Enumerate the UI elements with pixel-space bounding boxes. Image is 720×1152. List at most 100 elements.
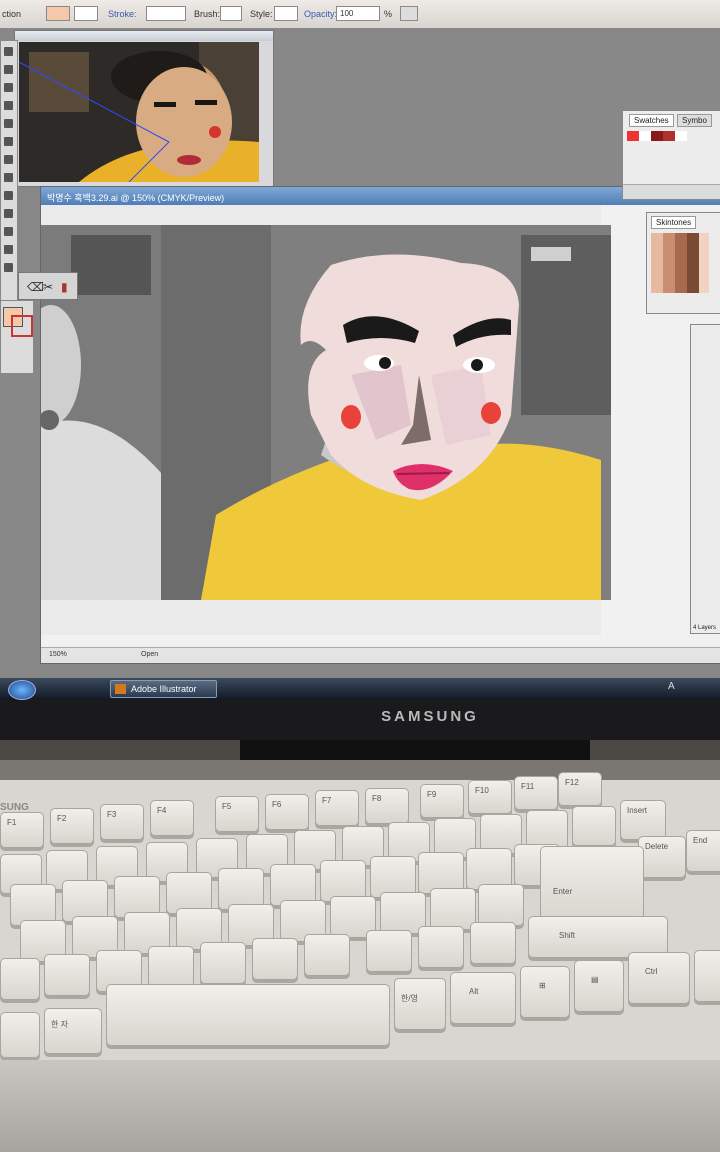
stroke-color-swatch[interactable] [74,6,98,21]
language-indicator[interactable]: A [668,681,675,692]
skintones-panel: Skintones [646,212,720,314]
key-alt-right[interactable]: Alt [450,972,516,1024]
monitor-brand-logo: SAMSUNG [381,708,479,725]
key-f10[interactable]: F10 [468,780,512,814]
swatches-footer [623,184,720,199]
key-f7[interactable]: F7 [315,790,359,826]
eyedropper-tool-icon[interactable] [4,263,13,272]
tab-symbols[interactable]: Symbo [677,114,712,127]
document-status-bar: 150% Open [41,647,720,663]
key-enter[interactable]: Enter [540,846,644,922]
key-semicolon[interactable] [430,888,476,930]
key-end[interactable]: End [686,830,720,872]
key-f9[interactable]: F9 [420,784,464,818]
illustration-artwork[interactable] [161,225,611,600]
fill-stroke-box[interactable] [0,300,34,374]
key-backspace[interactable] [572,806,616,846]
taskbar-illustrator-button[interactable]: Adobe Illustrator [110,680,217,698]
scissors-tool-flyout[interactable]: ⌫ ✂ ▮ [18,272,78,300]
document-window[interactable]: 박명수 흑백3.29.ai @ 150% (CMYK/Preview) 150%… [40,186,720,664]
menu-icon: ▤ [591,975,599,984]
key-v[interactable] [148,946,194,988]
right-cheek [481,402,501,424]
selection-tool-icon[interactable] [4,47,13,56]
swatches-panel: Swatches Symbo [622,110,720,200]
paintbrush-tool-icon[interactable] [4,155,13,164]
document-setup-icon[interactable] [400,6,418,21]
windows-logo-icon: ⊞ [539,981,546,990]
key-z[interactable] [0,958,40,1000]
key-windows[interactable]: ⊞ [520,966,570,1018]
key-period[interactable] [418,926,464,968]
swatch-row[interactable] [627,131,687,141]
illustrator-icon [115,684,126,694]
reference-window-titlebar[interactable] [15,31,273,41]
key-f12[interactable]: F12 [558,772,602,806]
style-dropdown[interactable] [274,6,298,21]
key-f2[interactable]: F2 [50,808,94,844]
pencil-tool-icon[interactable] [4,173,13,182]
document-titlebar[interactable]: 박명수 흑백3.29.ai @ 150% (CMYK/Preview) [41,187,720,205]
key-space[interactable] [106,984,390,1046]
svg-text:✂: ✂ [43,280,53,294]
skintone-swatches[interactable] [651,233,709,293]
fill-color-swatch[interactable] [46,6,70,21]
key-ctrl-right[interactable]: Ctrl [628,952,690,1004]
svg-text:▮: ▮ [61,280,68,294]
key-f4[interactable]: F4 [150,800,194,836]
opacity-label[interactable]: Opacity: [304,9,337,19]
left-cheek [341,405,361,429]
type-tool-icon[interactable] [4,101,13,110]
key-f8[interactable]: F8 [365,788,409,824]
key-han-yeong[interactable]: 한/영 [394,978,446,1030]
rotate-tool-icon[interactable] [4,191,13,200]
graph-tool-icon[interactable] [4,227,13,236]
key-quote[interactable] [478,884,524,926]
key-slash[interactable] [470,922,516,964]
artboard[interactable] [41,205,611,635]
direct-selection-tool-icon[interactable] [4,65,13,74]
stroke-swatch[interactable] [11,315,33,337]
windows-taskbar [0,678,720,700]
pen-tool-icon[interactable] [4,83,13,92]
gradient-tool-icon[interactable] [4,245,13,254]
tab-skintones[interactable]: Skintones [651,216,697,229]
line-tool-icon[interactable] [4,119,13,128]
brush-dropdown[interactable] [220,6,242,21]
keyboard-front-edge [0,1060,720,1152]
zoom-level[interactable]: 150% [49,651,67,658]
key-n[interactable] [252,938,298,980]
status-text: Open [141,651,159,658]
key-f1[interactable]: F1 [0,812,44,848]
control-bar-label: ction [2,9,22,19]
layers-count: 4 Layers [693,625,717,631]
key-f11[interactable]: F11 [514,776,558,810]
tab-swatches[interactable]: Swatches [629,114,674,127]
key-comma[interactable] [366,930,412,972]
key-f3[interactable]: F3 [100,804,144,840]
rectangle-tool-icon[interactable] [4,137,13,146]
opacity-input[interactable]: 100 [336,6,380,21]
reference-photo-window[interactable] [14,30,274,187]
key-f6[interactable]: F6 [265,794,309,830]
monitor-screen: ction Stroke: Brush: Style: Opacity: 100… [0,0,720,700]
scale-tool-icon[interactable] [4,209,13,218]
start-button-icon[interactable] [8,680,36,700]
key-b[interactable] [200,942,246,984]
stroke-label[interactable]: Stroke: [108,9,137,19]
key-m[interactable] [304,934,350,976]
stroke-weight-field[interactable] [146,6,186,21]
key-insert[interactable]: Insert [620,800,666,840]
taskbar-app-label: Adobe Illustrator [131,684,197,694]
photo-scene: ction Stroke: Brush: Style: Opacity: 100… [0,0,720,1152]
key-x[interactable] [44,954,90,996]
key-f5[interactable]: F5 [215,796,259,832]
key-hanja[interactable]: 한 자 [44,1008,102,1054]
document-title: 박명수 흑백3.29.ai @ 150% (CMYK/Preview) [47,193,225,203]
layers-panel: 4 Layers [690,324,720,634]
key-arrow-left[interactable] [694,950,720,1002]
brush-label: Brush: [194,9,221,19]
key-delete[interactable]: Delete [638,836,686,878]
key-menu[interactable]: ▤ [574,960,624,1012]
key-ctrl-left[interactable] [0,1012,40,1058]
